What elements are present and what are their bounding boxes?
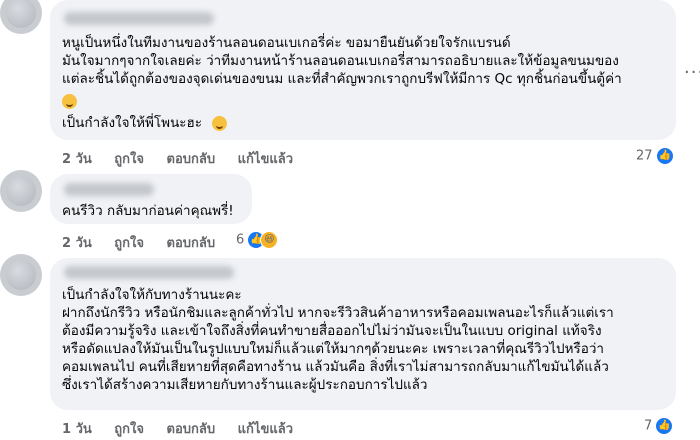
reaction-summary[interactable]: 27 👍 (636, 148, 673, 164)
reply-button[interactable]: ตอบกลับ (167, 422, 216, 437)
comment-text-line: ซึ่งเราได้สร้างความเสียหายกับทางร้านและผ… (62, 377, 428, 393)
edited-label: แก้ไขแล้ว (237, 422, 293, 437)
comment-text-line: หรือดัดแปลงให้มันเป็นในรูปแบบใหม่ก็แล้วแ… (62, 341, 605, 357)
edited-label: แก้ไขแล้ว (237, 152, 293, 167)
comment-text-line: คนรีวิว กลับมาก่อนค่าคุณพรี่! (62, 203, 234, 219)
blush-emoji-icon (212, 115, 228, 131)
comment-actions: 2 วัน ถูกใจ ตอบกลับ (62, 232, 233, 253)
like-button[interactable]: ถูกใจ (114, 422, 144, 437)
comment-text-line: หนูเป็นหนึ่งในทีมงานของร้านลอนดอนเบเกอรี… (62, 35, 511, 51)
reply-button[interactable]: ตอบกลับ (167, 152, 216, 167)
timestamp[interactable]: 2 วัน (62, 152, 92, 167)
haha-icon: 😆 (260, 231, 279, 249)
smile-emoji-icon (62, 92, 77, 110)
timestamp[interactable]: 2 วัน (62, 236, 92, 251)
comment-text-line-with-emoji: เป็นกำลังใจให้พี่โพนะฮะ (62, 114, 228, 132)
like-icon: 👍 (656, 148, 673, 164)
comment-text-line: ต้องมีความรู้จริง และเข้าใจถึงสิ่งที่คนท… (62, 323, 602, 339)
comment-text-line: ฝากถึงนักรีวิว หรือนักชิมและลูกค้าทั่วไป… (62, 305, 614, 321)
timestamp[interactable]: 1 วัน (62, 422, 92, 437)
avatar[interactable] (0, 254, 42, 296)
reaction-summary[interactable]: 6 👍 😆 (236, 231, 279, 249)
reaction-count: 6 (236, 232, 245, 248)
more-options-icon[interactable]: ··· (684, 62, 700, 83)
like-button[interactable]: ถูกใจ (114, 152, 144, 167)
reaction-count: 7 (644, 418, 653, 434)
comment-actions: 2 วัน ถูกใจ ตอบกลับ แก้ไขแล้ว (62, 148, 311, 169)
commenter-name-blurred[interactable] (64, 266, 234, 279)
comment-text-line: แต่ละชิ้นได้ถูกต้องของจุดเด่นของขนม และท… (62, 71, 622, 87)
like-icon: 👍 (656, 418, 673, 434)
avatar[interactable] (0, 170, 42, 212)
comment-actions: 1 วัน ถูกใจ ตอบกลับ แก้ไขแล้ว (62, 418, 311, 439)
commenter-name-blurred[interactable] (64, 12, 214, 25)
comment-text: เป็นกำลังใจให้พี่โพนะฮะ (62, 115, 203, 131)
commenter-name-blurred[interactable] (64, 183, 154, 196)
comment-text-line: คอมเพลนไป คนที่เสียหายที่สุดคือทางร้าน แ… (62, 359, 609, 375)
comment-text-line: มันใจมากๆจากใจเลยค่ะ ว่าทีมงานหน้าร้านลอ… (62, 53, 619, 69)
reply-button[interactable]: ตอบกลับ (167, 236, 216, 251)
comment-text-line: เป็นกำลังใจให้กับทางร้านนะคะ (62, 287, 242, 303)
like-button[interactable]: ถูกใจ (114, 236, 144, 251)
avatar[interactable] (0, 0, 42, 34)
reaction-summary[interactable]: 7 👍 (644, 418, 673, 434)
reaction-count: 27 (636, 148, 653, 164)
